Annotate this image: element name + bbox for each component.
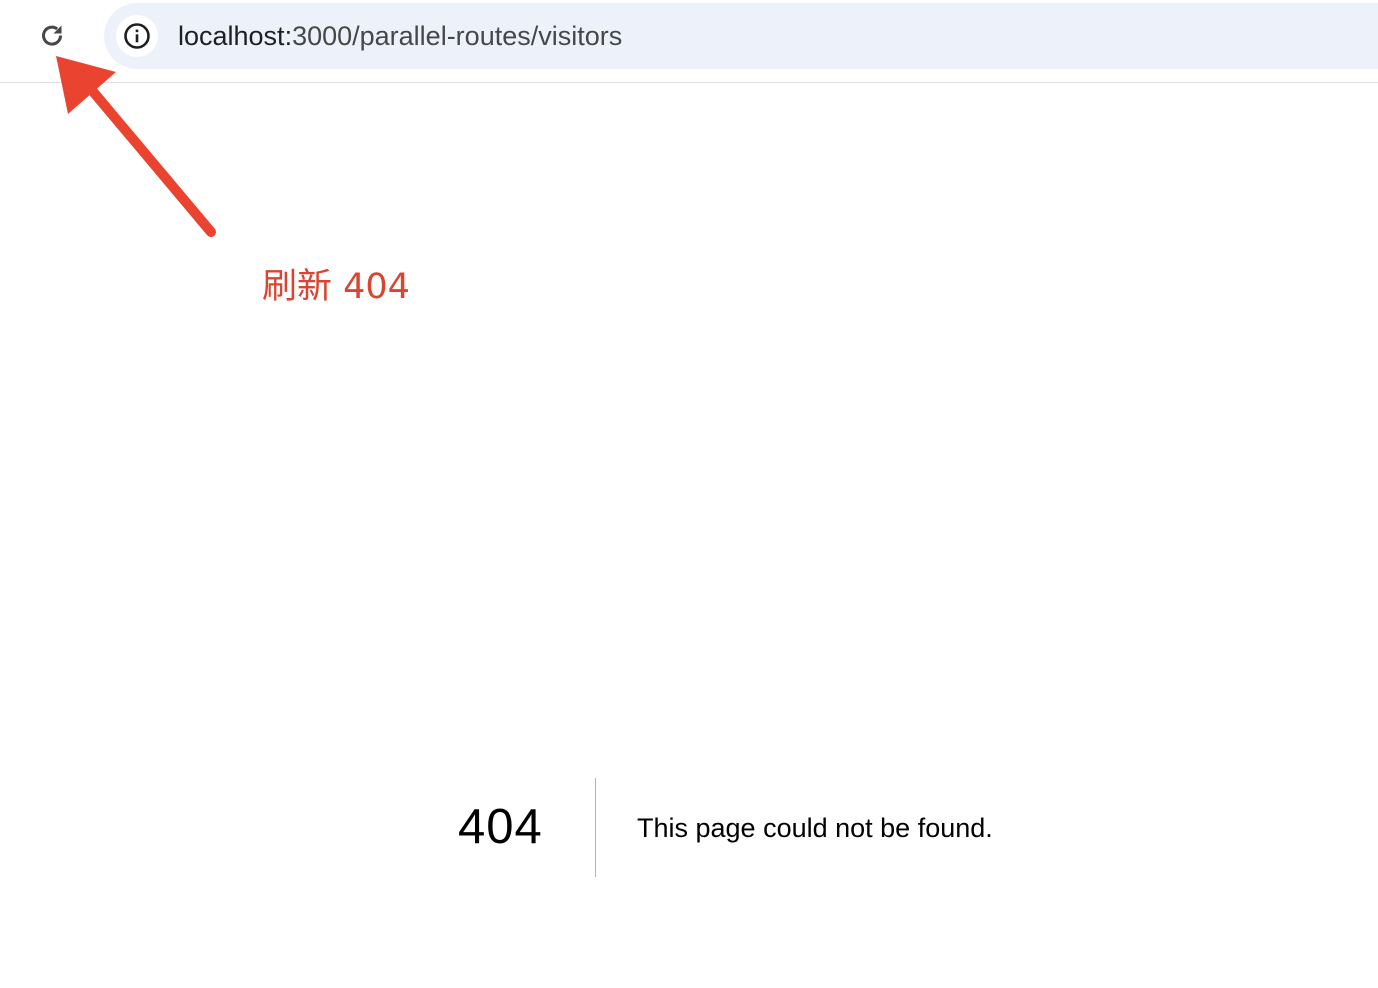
browser-window: localhost:3000/parallel-routes/visitors … [0, 0, 1378, 988]
error-code: 404 [458, 800, 543, 854]
annotation-arrow-icon [56, 56, 216, 237]
annotation-label: 刷新 404 [262, 267, 410, 307]
not-found-content: 404 This page could not be found. [0, 778, 1378, 878]
url-path: 3000/parallel-routes/visitors [292, 21, 623, 51]
error-message: This page could not be found. [637, 813, 993, 843]
divider [595, 778, 596, 877]
address-bar[interactable]: localhost:3000/parallel-routes/visitors [104, 3, 1378, 69]
